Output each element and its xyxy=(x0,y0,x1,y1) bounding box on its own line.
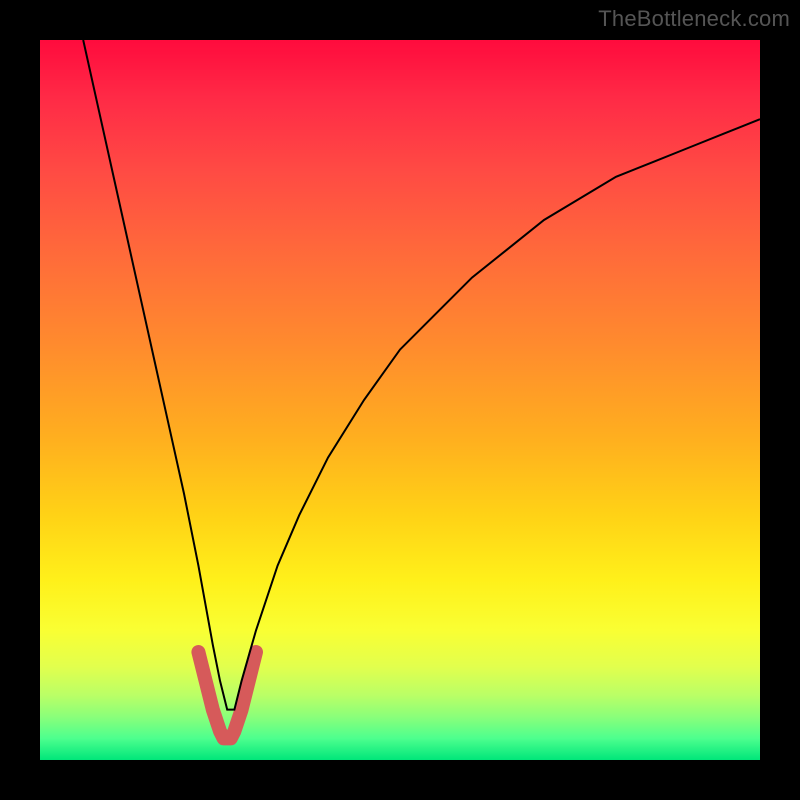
curve-layer xyxy=(40,40,760,760)
plot-area xyxy=(40,40,760,760)
chart-frame: TheBottleneck.com xyxy=(0,0,800,800)
watermark-text: TheBottleneck.com xyxy=(598,6,790,32)
bottleneck-curve xyxy=(83,40,760,710)
sweet-spot-overlay xyxy=(198,652,256,738)
